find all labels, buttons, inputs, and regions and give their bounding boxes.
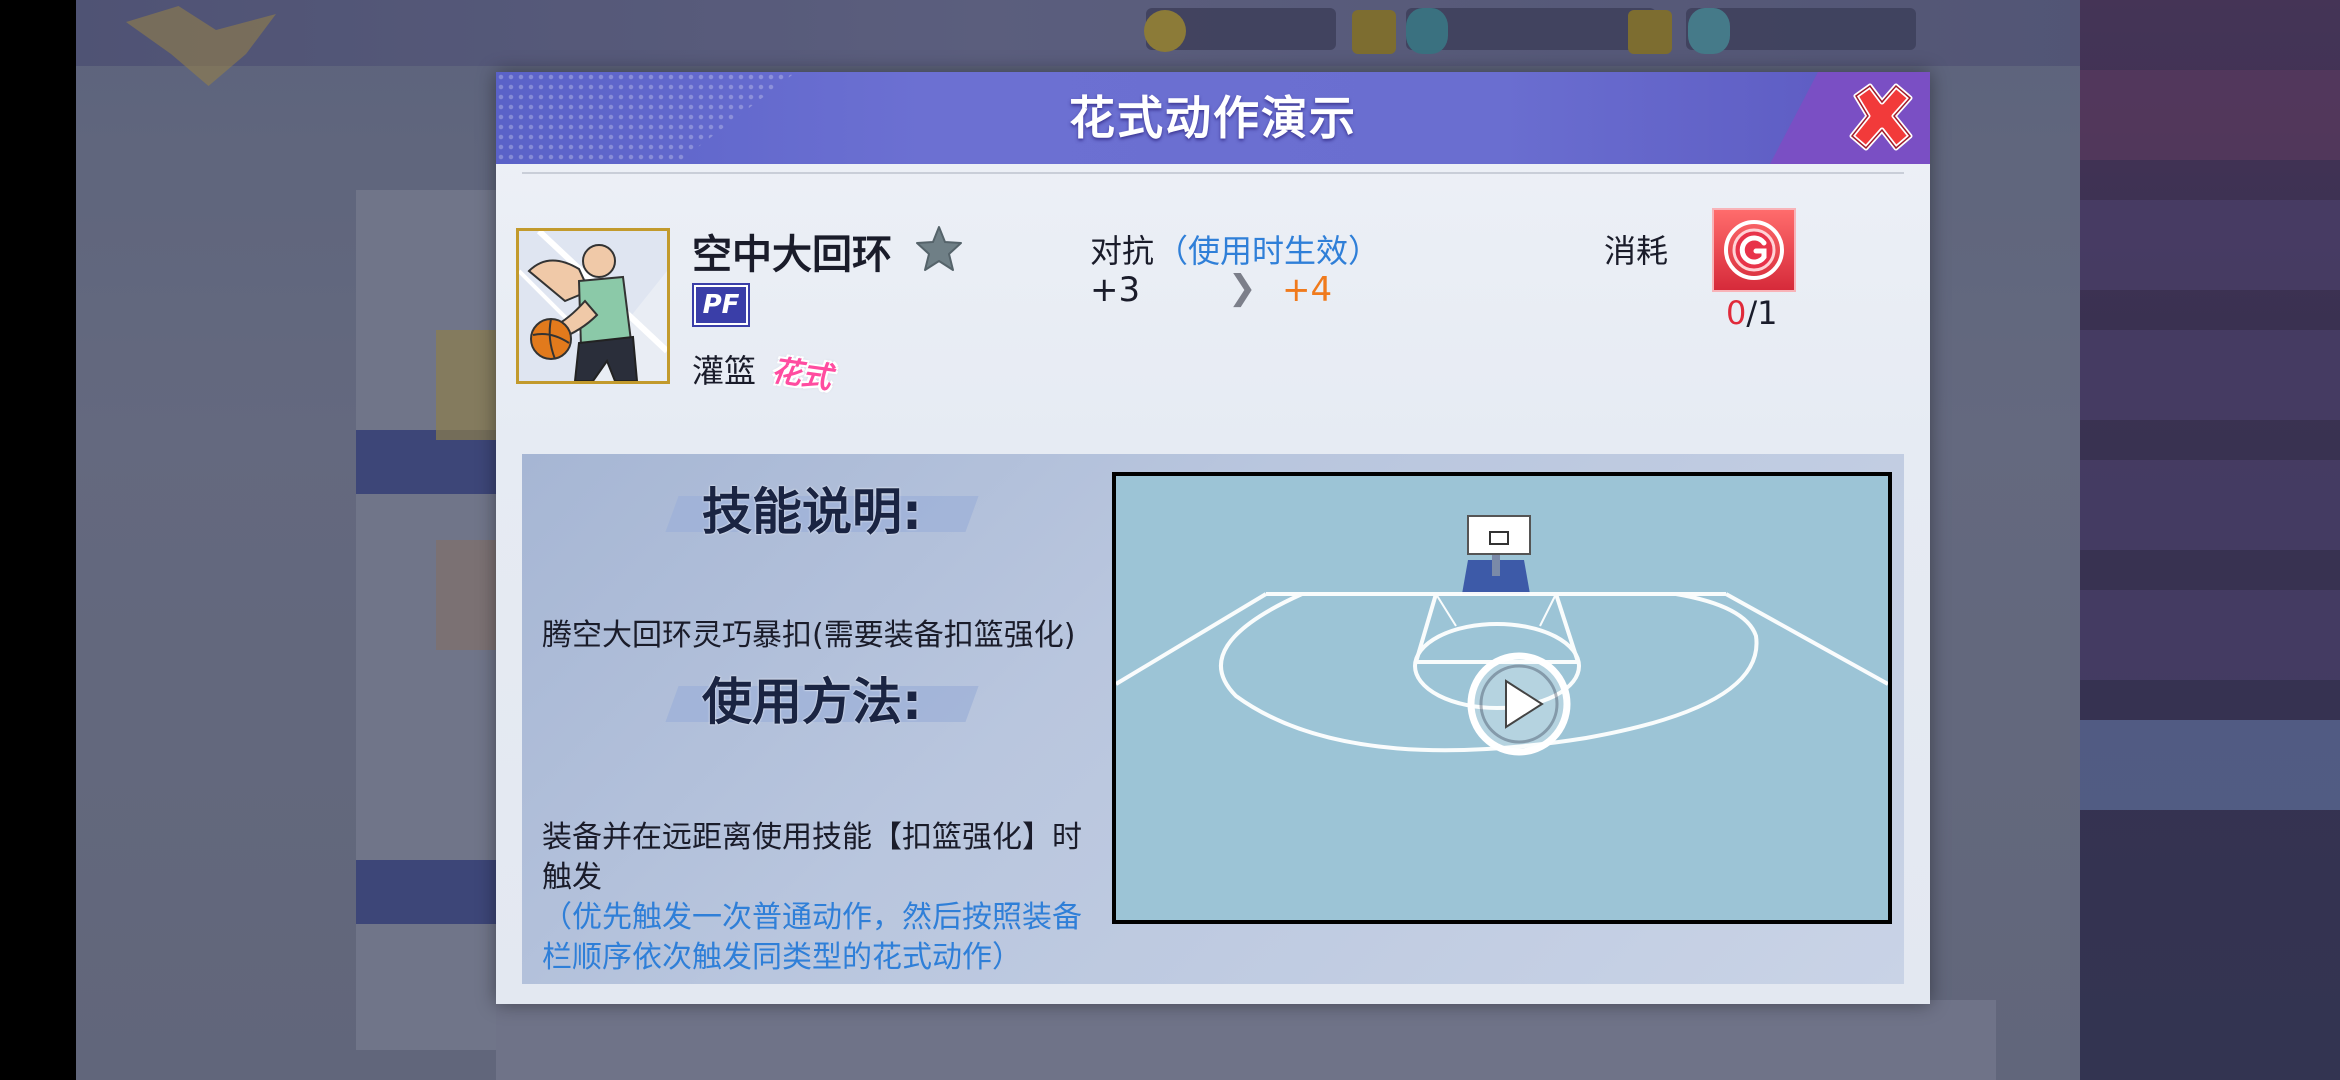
play-icon[interactable] bbox=[1466, 651, 1572, 757]
fancy-coin-graphic bbox=[1724, 220, 1784, 280]
cost-separator: / bbox=[1746, 294, 1758, 332]
cost-label: 消耗 bbox=[1604, 232, 1669, 270]
skill-name: 空中大回环 bbox=[692, 232, 892, 278]
fancy-tag-badge: 花式 bbox=[769, 353, 834, 397]
close-icon bbox=[1849, 83, 1913, 151]
attribute-label: 对抗 bbox=[1090, 232, 1155, 270]
usage-heading: 使用方法: bbox=[702, 673, 922, 731]
dialog-title: 花式动作演示 bbox=[1069, 91, 1357, 145]
fancy-move-dialog: 花式动作演示 空中大回环 PF 灌篮 花式 对抗 （使用时生效） +3 ❯ +4… bbox=[496, 72, 1930, 1004]
chevron-right-icon: ❯ bbox=[1228, 268, 1257, 308]
header-divider bbox=[522, 172, 1904, 174]
usage-note: （优先触发一次普通动作，然后按照装备栏顺序依次触发同类型的花式动作） bbox=[542, 900, 1082, 975]
usage-text: 装备并在远距离使用技能【扣篮强化】时触发 bbox=[542, 820, 1082, 895]
attribute-note: （使用时生效） bbox=[1156, 232, 1381, 270]
cost-owned: 0 bbox=[1726, 294, 1747, 332]
attribute-next-value: +4 bbox=[1282, 270, 1333, 310]
description-text: 腾空大回环灵巧暴扣(需要装备扣篮强化) bbox=[542, 618, 1076, 653]
skill-type-label: 灌篮 bbox=[692, 352, 757, 390]
attribute-current-value: +3 bbox=[1090, 270, 1141, 310]
dialog-header: 花式动作演示 bbox=[496, 72, 1930, 164]
cost-required: 1 bbox=[1757, 294, 1778, 332]
fancy-coin-icon[interactable] bbox=[1712, 208, 1796, 292]
cost-count: 0/1 bbox=[1726, 294, 1806, 332]
position-badge: PF bbox=[694, 285, 748, 325]
player-dunk-portrait-icon bbox=[519, 231, 667, 381]
skill-detail-panel: 技能说明: 腾空大回环灵巧暴扣(需要装备扣篮强化) 使用方法: 装备并在远距离使… bbox=[522, 454, 1904, 984]
skill-portrait bbox=[516, 228, 670, 384]
star-icon bbox=[916, 226, 962, 271]
description-heading: 技能说明: bbox=[702, 483, 922, 541]
close-button[interactable] bbox=[1842, 78, 1922, 158]
demo-video-player[interactable] bbox=[1112, 472, 1892, 924]
